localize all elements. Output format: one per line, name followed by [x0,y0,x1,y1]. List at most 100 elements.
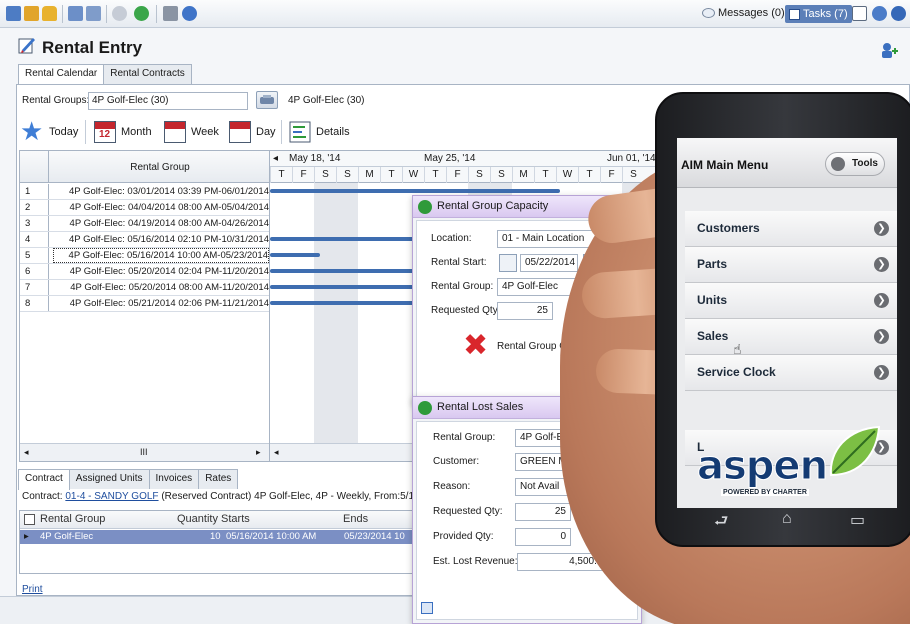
grid-horizontal-scrollbar[interactable]: ◂ III ▸ [20,443,269,461]
gantt-day-cell: T [534,167,556,183]
row-text: 4P Golf-Elec: 05/20/2014 08:00 AM-11/20/… [70,282,269,293]
grid-row[interactable]: 1 4P Golf-Elec: 03/01/2014 03:39 PM-06/01… [20,184,269,200]
tools-button[interactable]: Tools [825,152,885,176]
edit-icon[interactable] [24,6,39,21]
row-quantity: 10 [210,531,221,542]
menu-item-customers[interactable]: Customers ❯ [685,211,897,247]
tab-invoices[interactable]: Invoices [148,469,200,489]
tab-rental-calendar[interactable]: Rental Calendar [18,64,105,85]
rental-groups-input[interactable]: 4P Golf-Elec (30) [88,92,248,110]
gantt-day-cell: W [556,167,578,183]
forward-arrow-icon[interactable] [134,6,149,21]
requested-qty-field[interactable]: 25 [515,503,571,521]
print-link[interactable]: Print [22,584,43,595]
grid-row-selected[interactable]: 5 4P Golf-Elec: 05/16/2014 10:00 AM-05/23… [20,248,269,264]
powered-by-text: POWERED BY CHARTER [721,489,809,496]
add-group-icon[interactable] [880,41,898,59]
scroll-left-arrow-icon[interactable]: ◂ [24,447,29,458]
dialog-footer-icon[interactable] [421,602,433,614]
row-text: 4P Golf-Elec: 05/20/2014 02:04 PM-11/20/… [69,266,269,277]
contract-grid: Rental Group Quantity Starts Ends ▸ 4P G… [19,510,439,574]
gantt-bar[interactable] [270,189,560,193]
menu-item-service-clock[interactable]: Service Clock ❯ [685,355,897,391]
gantt-bar[interactable] [270,253,320,257]
row-pointer-icon: ▸ [24,531,29,542]
menu-item-parts[interactable]: Parts ❯ [685,247,897,283]
chevron-right-icon: ❯ [874,365,889,380]
help-icon[interactable] [891,6,906,21]
menu-item-units[interactable]: Units ❯ [685,283,897,319]
grid-options-icon[interactable] [24,514,35,525]
row-number: 1 [20,184,49,199]
rental-group-grid: Rental Group 1 4P Golf-Elec: 03/01/2014 0… [19,150,270,462]
dialog-check-icon [418,200,432,214]
rental-tabs: Rental Calendar Rental Contracts [18,64,192,85]
tab-rates[interactable]: Rates [198,469,239,489]
menu-label: Service Clock [697,365,776,379]
row-number: 7 [20,280,49,295]
grid-row[interactable]: 2 4P Golf-Elec: 04/04/2014 08:00 AM-05/04… [20,200,269,216]
provided-qty-field[interactable]: 0 [515,528,571,546]
document-icon[interactable] [852,6,867,21]
customer-label: Customer: [433,456,480,467]
col-ends[interactable]: Ends [343,513,368,525]
globe-icon[interactable] [182,6,197,21]
back-icon[interactable]: ⮐ [714,510,728,537]
page-title: Rental Entry [42,38,143,57]
requested-qty-field[interactable]: 25 [497,302,553,320]
dialog-check-icon [418,401,432,415]
contract-details: (Reserved Contract) 4P Golf-Elec, 4P - W… [161,491,440,502]
scroll-left-arrow-icon[interactable]: ◂ [274,447,279,458]
scroll-right-arrow-icon[interactable]: ▸ [256,447,261,458]
window-icon[interactable] [68,6,83,21]
row-text: 4P Golf-Elec: 05/16/2014 02:10 PM-10/31/… [69,234,269,245]
rental-groups-lookup-button[interactable] [256,91,278,109]
tasks-indicator[interactable]: Tasks (7) [785,5,852,23]
gantt-day-row: TFSSMTWTFSSMTWTFS [270,167,669,183]
gantt-day-cell: S [490,167,512,183]
gantt-day-cell: S [622,167,644,183]
details-button[interactable]: Details [289,118,350,146]
weekend-shade [314,183,358,443]
tab-rental-contracts[interactable]: Rental Contracts [103,64,192,84]
row-number-header [20,151,49,183]
week-button[interactable]: Week [164,118,219,146]
week-label: Jun 01, '14 [607,153,656,164]
tab-contract[interactable]: Contract [18,469,70,490]
tab-assigned-units[interactable]: Assigned Units [68,469,150,489]
chevron-right-icon: ❯ [874,257,889,272]
lock-icon[interactable] [42,6,57,21]
details-label: Details [316,126,350,138]
col-rental-group[interactable]: Rental Group [40,513,105,525]
col-quantity-starts[interactable]: Quantity Starts [177,513,250,525]
contract-link[interactable]: 01-4 - SANDY GOLF [65,491,158,502]
grid-row[interactable]: 4 4P Golf-Elec: 05/16/2014 02:10 PM-10/31… [20,232,269,248]
gantt-prev-arrow-icon[interactable]: ◂ [273,153,278,164]
rental-start-input[interactable]: 05/22/2014 [520,254,578,272]
contract-row[interactable]: ▸ 4P Golf-Elec 10 05/16/2014 10:00 AM 05… [20,530,438,544]
toolbar-separator [156,5,157,23]
grid-row[interactable]: 7 4P Golf-Elec: 05/20/2014 08:00 AM-11/20… [20,280,269,296]
info-icon[interactable] [872,6,887,21]
recent-apps-icon[interactable]: ▭ [850,510,865,530]
month-button[interactable]: 12 Month [94,118,152,146]
back-arrow-icon[interactable] [112,6,127,21]
rental-group-column-header[interactable]: Rental Group [50,162,270,173]
day-button[interactable]: Day [229,118,276,146]
new-icon[interactable] [6,6,21,21]
grid-row[interactable]: 3 4P Golf-Elec: 04/19/2014 08:00 AM-04/26… [20,216,269,232]
menu-item-sales[interactable]: Sales ❯ ☝ [685,319,897,357]
grid-row[interactable]: 6 4P Golf-Elec: 05/20/2014 02:04 PM-11/20… [20,264,269,280]
home-icon[interactable]: ⌂ [782,510,792,528]
scroll-thumb-grip[interactable]: III [140,447,148,457]
pen-icon[interactable] [163,6,178,21]
messages-indicator[interactable]: Messages (0) [702,7,785,19]
layout-icon[interactable] [86,6,101,21]
grid-row[interactable]: 8 4P Golf-Elec: 05/21/2014 02:06 PM-11/21… [20,296,269,312]
edit-pencil-icon[interactable] [499,254,517,272]
phone-nav-bar: ⮐ ⌂ ▭ [700,508,890,532]
today-button[interactable]: ★ Today [20,118,78,146]
tools-label: Tools [852,158,878,169]
rental-group-label: Rental Group: [433,432,496,443]
rental-group-label: Rental Group: [431,281,494,292]
